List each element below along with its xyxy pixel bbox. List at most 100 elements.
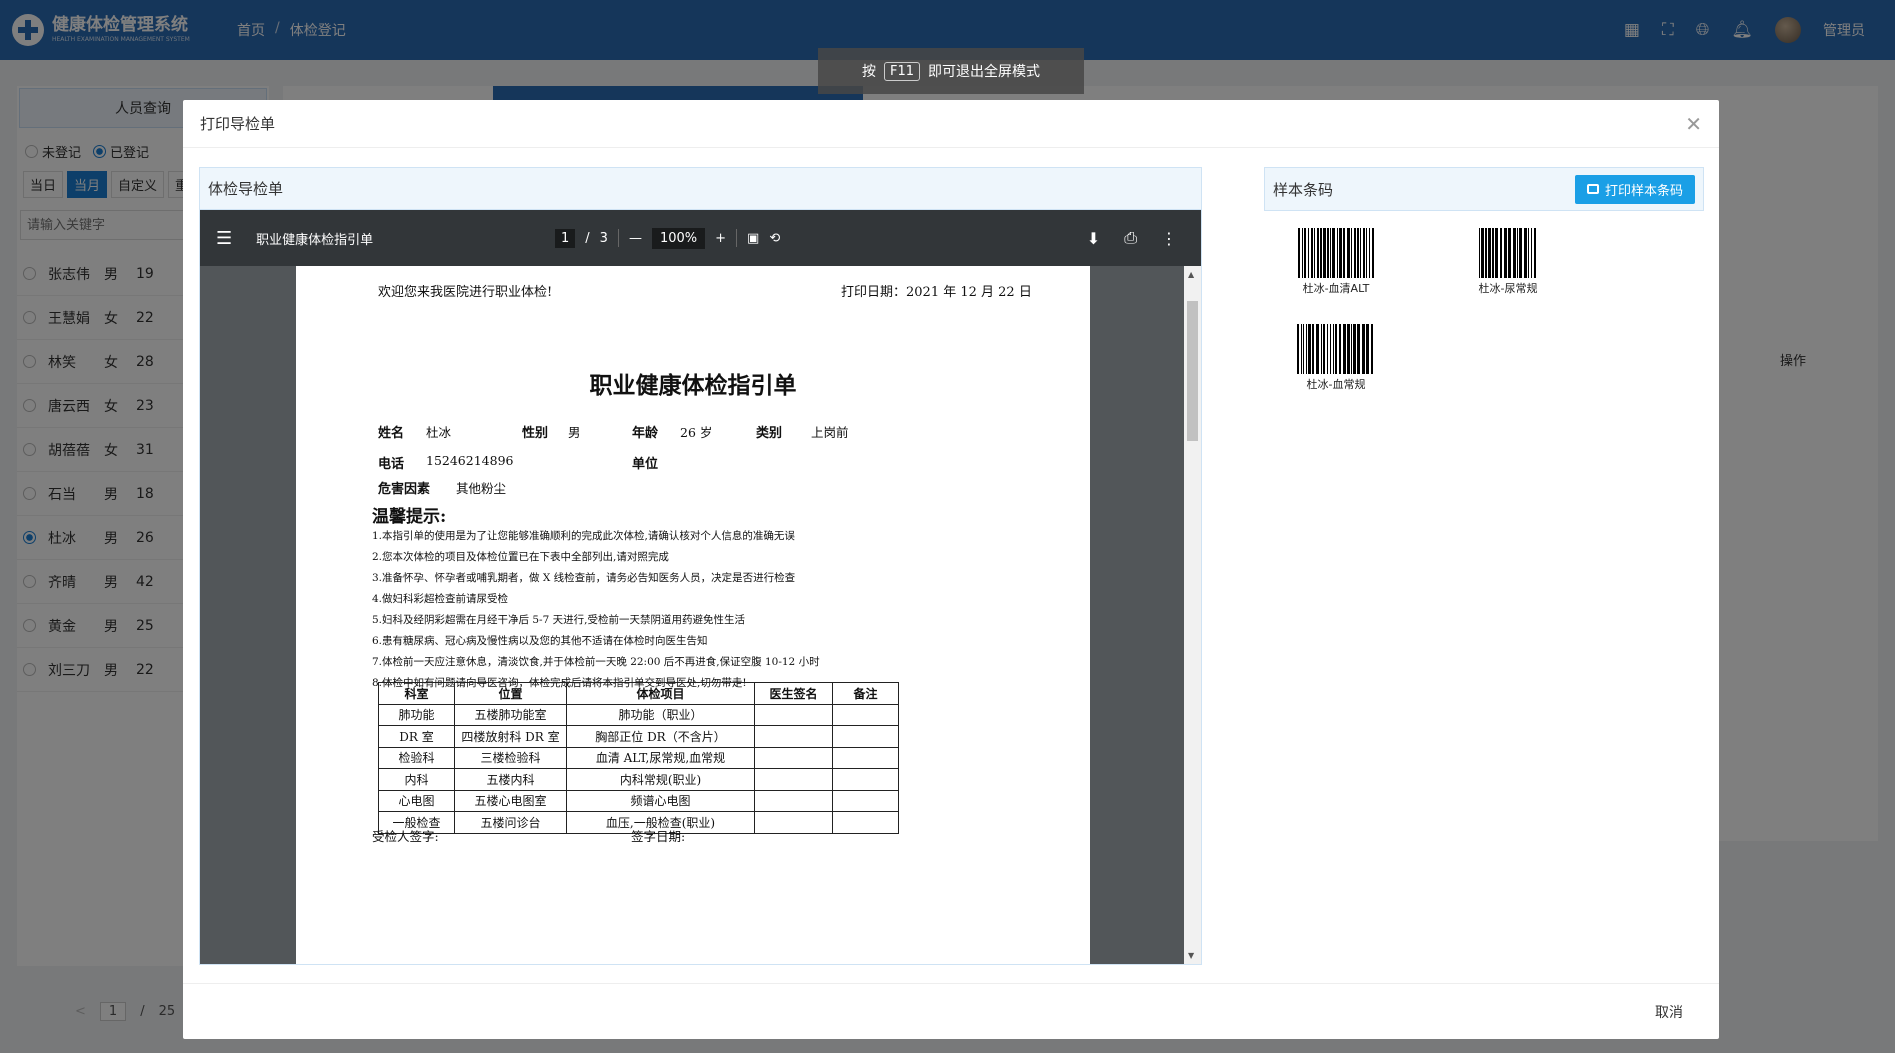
table-row: 内科 五楼内科 内科常规(职业) [378, 768, 899, 791]
more-options-icon[interactable]: ⋮ [1161, 229, 1177, 248]
table-cell: 内科 [378, 768, 455, 791]
barcode-urine-routine[interactable]: 杜冰-尿常规 [1453, 228, 1563, 296]
table-cell [754, 703, 833, 726]
table-cell: DR 室 [378, 725, 455, 748]
barcode-image [1281, 324, 1391, 374]
barcode-image [1453, 228, 1563, 278]
fit-page-icon[interactable]: ▣ [747, 231, 759, 246]
table-header-cell: 位置 [454, 682, 567, 705]
table-cell [832, 725, 899, 748]
sex-label: 性别 [522, 426, 549, 441]
table-cell: 检验科 [378, 746, 455, 769]
pdf-scrollbar[interactable]: ▲ ▼ [1184, 266, 1201, 964]
menu-icon[interactable]: ☰ [216, 228, 232, 249]
printer-icon [1586, 184, 1599, 194]
barcode-panel-title: 样本条码 [1273, 180, 1334, 199]
table-cell: 五楼内科 [454, 768, 567, 791]
table-cell [832, 811, 899, 834]
sign-date-label: 签字日期: [631, 829, 686, 844]
download-icon[interactable]: ⬇ [1087, 229, 1100, 248]
phone-value: 15246214896 [426, 453, 514, 468]
scroll-up-icon[interactable]: ▲ [1188, 270, 1194, 279]
tip-item: 1.本指引单的使用是为了让您能够准确顺利的完成此次体检,请确认核对个人信息的准确… [372, 530, 795, 542]
age-value: 26 岁 [680, 425, 713, 440]
pdf-page: 欢迎您来我医院进行职业体检! 打印日期：2021 年 12 月 22 日 职业健… [296, 266, 1090, 964]
tip-item: 3.准备怀孕、怀孕者或哺乳期者，做 X 线检查前，请务必告知医务人员，决定是否进… [372, 572, 796, 584]
name-value: 杜冰 [426, 425, 452, 440]
barcode-label: 杜冰-血清ALT [1302, 282, 1370, 295]
table-row: 检验科 三楼检验科 血清 ALT,尿常规,血常规 [378, 746, 899, 769]
scroll-thumb[interactable] [1187, 301, 1198, 441]
f11-key: F11 [883, 61, 921, 81]
cancel-button[interactable]: 取消 [1655, 1002, 1683, 1022]
table-cell: 四楼放射科 DR 室 [454, 725, 567, 748]
scroll-down-icon[interactable]: ▼ [1188, 951, 1194, 960]
table-cell: 胸部正位 DR（不含片） [566, 725, 755, 748]
barcode-label: 杜冰-尿常规 [1478, 282, 1538, 295]
table-row: DR 室四楼放射科 DR 室胸部正位 DR（不含片） [378, 725, 899, 748]
table-cell [754, 768, 833, 791]
barcode-blood-routine[interactable]: 杜冰-血常规 [1281, 324, 1391, 392]
table-cell [754, 811, 833, 834]
guide-panel-title: 体检导检单 [200, 168, 1201, 210]
sample-barcode-panel: 样本条码 打印样本条码 [1264, 167, 1704, 211]
age-label: 年龄 [632, 426, 659, 441]
table-cell [832, 768, 899, 791]
pdf-page-input[interactable]: 1 [555, 228, 576, 248]
welcome-text: 欢迎您来我医院进行职业体检! [378, 285, 553, 300]
type-value: 上岗前 [811, 425, 849, 440]
table-cell [754, 789, 833, 812]
table-cell: 三楼检验科 [454, 746, 567, 769]
barcode-serum-alt[interactable]: 杜冰-血清ALT [1281, 228, 1391, 296]
pdf-page-total: 3 [599, 230, 608, 246]
table-cell: 五楼肺功能室 [454, 703, 567, 726]
type-label: 类别 [756, 426, 783, 441]
table-cell: 血清 ALT,尿常规,血常规 [566, 746, 755, 769]
phone-label: 电话 [378, 457, 405, 472]
tips-title: 温馨提示: [372, 507, 447, 527]
rotate-icon[interactable]: ⟲ [769, 231, 780, 246]
pdf-toolbar: ☰ 职业健康体检指引单 1 / 3 — 100% + ▣ ⟲ ⬇ ⎙ ⋮ [200, 210, 1201, 266]
barcode-label: 杜冰-血常规 [1306, 378, 1366, 391]
signature-label: 受检人签字: [372, 829, 439, 844]
table-cell [754, 725, 833, 748]
table-header-cell: 备注 [832, 682, 899, 705]
exam-items-table: 科室 位置 体检项目 医生签名 备注 肺功能 五楼肺功能室 肺功能（职业） DR 室四楼放射科… [378, 682, 899, 834]
barcode-image [1281, 228, 1391, 278]
table-cell [754, 746, 833, 769]
sex-value: 男 [568, 425, 581, 440]
table-cell [832, 703, 899, 726]
document-title: 职业健康体检指引单 [589, 372, 797, 399]
tips-list: 1.本指引单的使用是为了让您能够准确顺利的完成此次体检,请确认核对个人信息的准确… [372, 526, 820, 694]
zoom-in-icon[interactable]: + [715, 231, 726, 246]
zoom-level[interactable]: 100% [651, 227, 706, 249]
fullscreen-hint: 按 F11 即可退出全屏模式 [818, 48, 1084, 94]
table-cell: 心电图 [378, 789, 455, 812]
table-cell [832, 746, 899, 769]
print-icon[interactable]: ⎙ [1124, 228, 1137, 248]
pdf-title: 职业健康体检指引单 [256, 232, 374, 248]
tip-item: 5.妇科及经阴彩超需在月经干净后 5-7 天进行,受检前一天禁阴道用药避免性生活 [372, 614, 745, 626]
print-barcode-button[interactable]: 打印样本条码 [1574, 174, 1695, 204]
hazard-label: 危害因素 [378, 482, 431, 497]
hazard-value: 其他粉尘 [456, 481, 507, 496]
tip-item: 7.体检前一天应注意休息，清淡饮食,并于体检前一天晚 22:00 后不再进食,保… [372, 656, 820, 668]
table-cell: 内科常规(职业) [566, 768, 755, 791]
table-row: 心电图 五楼心电图室 频谱心电图 [378, 789, 899, 812]
print-date: 打印日期：2021 年 12 月 22 日 [841, 285, 1032, 300]
pdf-viewer[interactable]: 欢迎您来我医院进行职业体检! 打印日期：2021 年 12 月 22 日 职业健… [200, 266, 1201, 964]
table-cell [832, 789, 899, 812]
tip-item: 2.您本次体检的项目及体检位置已在下表中全部列出,请对照完成 [372, 551, 669, 563]
company-label: 单位 [632, 457, 659, 472]
table-header-cell: 科室 [378, 682, 455, 705]
table-cell: 肺功能 [378, 703, 455, 726]
table-cell: 五楼问诊台 [454, 811, 567, 834]
guide-sheet-panel: 体检导检单 ☰ 职业健康体检指引单 1 / 3 — 100% + ▣ ⟲ ⬇ ⎙… [199, 167, 1202, 965]
zoom-out-icon[interactable]: — [629, 231, 642, 246]
table-row: 肺功能 五楼肺功能室 肺功能（职业） [378, 703, 899, 726]
table-header-cell: 体检项目 [566, 682, 755, 705]
close-icon[interactable]: ✕ [1685, 112, 1702, 136]
tip-item: 4.做妇科彩超检查前请尿受检 [372, 593, 509, 605]
tip-item: 6.患有糖尿病、冠心病及慢性病以及您的其他不适请在体检时向医生告知 [372, 635, 708, 647]
pdf-page-separator: / [585, 230, 590, 246]
